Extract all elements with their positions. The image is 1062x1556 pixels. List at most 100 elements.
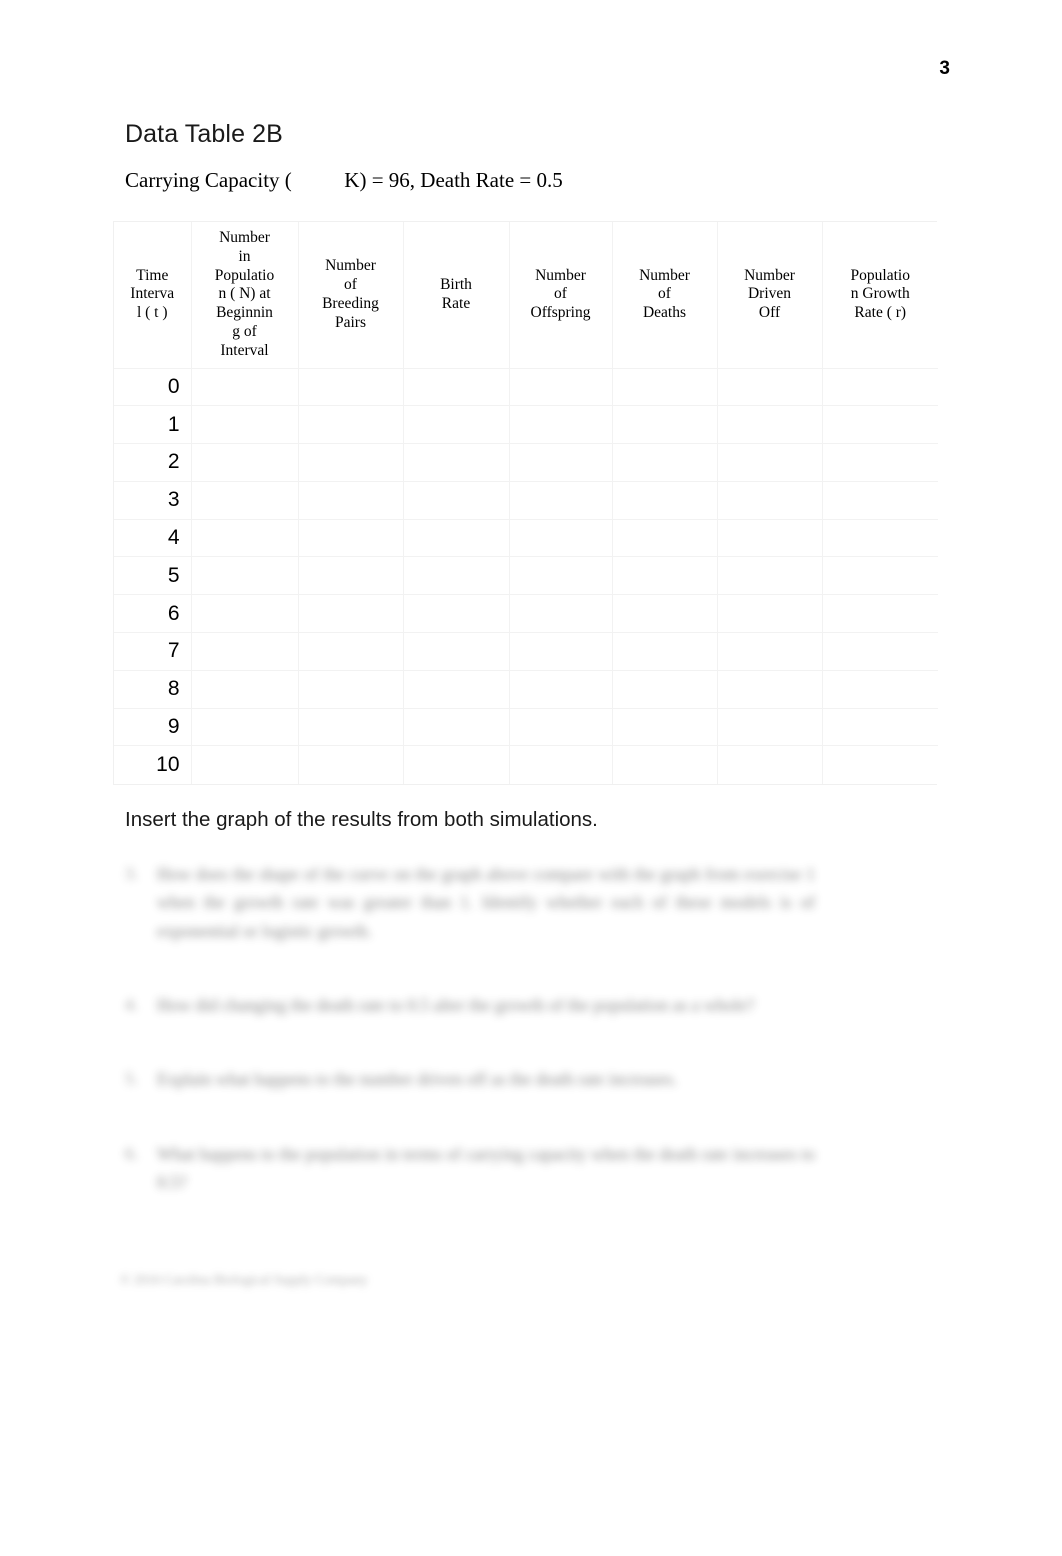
cell-off[interactable] (509, 632, 613, 671)
table-row: 9 (114, 708, 938, 747)
cell-time-interval: 9 (114, 708, 192, 747)
cell-birth[interactable] (403, 670, 510, 709)
cell-birth[interactable] (403, 556, 510, 596)
question-marker: 5. (125, 1069, 138, 1089)
question-text: How did changing the death rate to 0.5 a… (157, 995, 755, 1016)
cell-driven[interactable] (717, 670, 823, 709)
insert-graph-instruction: Insert the graph of the results from bot… (125, 808, 598, 831)
cell-off[interactable] (509, 594, 613, 634)
page-title: Data Table 2B (125, 120, 283, 148)
table-header-row: Time Interva l ( t ) Number in Populatio… (114, 222, 938, 369)
cell-breed[interactable] (298, 670, 404, 709)
cell-death[interactable] (612, 632, 718, 671)
cell-driven[interactable] (717, 594, 823, 634)
question-item: 3. How does the shape of the curve on the… (125, 860, 815, 945)
data-table-container: Time Interva l ( t ) Number in Populatio… (113, 221, 938, 785)
cell-birth[interactable] (403, 443, 510, 482)
column-header-number-in-population: Number in Populatio n ( N) at Beginnin g… (191, 222, 299, 369)
cell-rate[interactable] (822, 708, 938, 747)
cell-breed[interactable] (298, 632, 404, 671)
cell-rate[interactable] (822, 443, 938, 482)
cell-birth[interactable] (403, 368, 510, 407)
cell-birth[interactable] (403, 632, 510, 671)
cell-driven[interactable] (717, 745, 823, 784)
question-marker: 4. (125, 995, 138, 1015)
table-body: 0 1 2 3 4 5 6 7 8 9 10 (114, 368, 938, 784)
cell-rate[interactable] (822, 519, 938, 558)
cell-rate[interactable] (822, 632, 938, 671)
cell-birth[interactable] (403, 481, 510, 520)
table-row: 3 (114, 481, 938, 520)
page-number: 3 (939, 58, 950, 79)
question-text: How does the shape of the curve on the g… (157, 864, 815, 941)
cell-death[interactable] (612, 745, 718, 784)
cell-birth[interactable] (403, 519, 510, 558)
cell-pop[interactable] (191, 594, 299, 634)
table-row: 0 (114, 368, 938, 407)
cell-breed[interactable] (298, 443, 404, 482)
cell-breed[interactable] (298, 745, 404, 784)
cell-pop[interactable] (191, 443, 299, 482)
cell-breed[interactable] (298, 519, 404, 558)
cell-off[interactable] (509, 556, 613, 596)
cell-pop[interactable] (191, 670, 299, 709)
cell-breed[interactable] (298, 405, 404, 445)
cell-driven[interactable] (717, 556, 823, 596)
table-row: 5 (114, 556, 938, 596)
cell-off[interactable] (509, 519, 613, 558)
table-row: 8 (114, 670, 938, 709)
cell-off[interactable] (509, 670, 613, 709)
cell-rate[interactable] (822, 746, 938, 784)
cell-time-interval: 3 (114, 481, 192, 520)
cell-driven[interactable] (717, 632, 823, 671)
cell-pop[interactable] (191, 519, 299, 558)
cell-time-interval: 10 (114, 745, 192, 784)
cell-rate[interactable] (822, 368, 938, 407)
cell-pop[interactable] (191, 632, 299, 671)
cell-driven[interactable] (717, 519, 823, 558)
cell-birth[interactable] (403, 405, 510, 445)
cell-off[interactable] (509, 481, 613, 520)
cell-death[interactable] (612, 443, 718, 482)
cell-death[interactable] (612, 708, 718, 747)
question-item: 4. How did changing the death rate to 0.5… (125, 991, 815, 1019)
cell-rate[interactable] (822, 405, 938, 445)
cell-driven[interactable] (717, 708, 823, 747)
cell-driven[interactable] (717, 443, 823, 482)
cell-birth[interactable] (403, 708, 510, 747)
cell-pop[interactable] (191, 481, 299, 520)
question-item: 6. What happens to the population in term… (125, 1140, 815, 1197)
cell-driven[interactable] (717, 405, 823, 445)
cell-death[interactable] (612, 519, 718, 558)
cell-breed[interactable] (298, 481, 404, 520)
cell-rate[interactable] (822, 594, 938, 634)
cell-death[interactable] (612, 556, 718, 596)
cell-breed[interactable] (298, 594, 404, 634)
cell-pop[interactable] (191, 405, 299, 445)
cell-death[interactable] (612, 368, 718, 407)
cell-pop[interactable] (191, 556, 299, 596)
cell-pop[interactable] (191, 708, 299, 747)
cell-off[interactable] (509, 405, 613, 445)
cell-pop[interactable] (191, 745, 299, 784)
cell-death[interactable] (612, 670, 718, 709)
cell-driven[interactable] (717, 368, 823, 407)
cell-rate[interactable] (822, 481, 938, 520)
cell-driven[interactable] (717, 481, 823, 520)
cell-off[interactable] (509, 443, 613, 482)
cell-breed[interactable] (298, 368, 404, 407)
cell-death[interactable] (612, 594, 718, 634)
cell-breed[interactable] (298, 556, 404, 596)
cell-death[interactable] (612, 481, 718, 520)
cell-rate[interactable] (822, 670, 938, 709)
column-header-number-of-offspring: Number of Offspring (509, 222, 613, 369)
cell-off[interactable] (509, 368, 613, 407)
cell-death[interactable] (612, 405, 718, 445)
cell-off[interactable] (509, 708, 613, 747)
cell-birth[interactable] (403, 594, 510, 634)
cell-pop[interactable] (191, 368, 299, 407)
cell-breed[interactable] (298, 708, 404, 747)
cell-birth[interactable] (403, 745, 510, 784)
cell-rate[interactable] (822, 556, 938, 596)
cell-off[interactable] (509, 745, 613, 784)
